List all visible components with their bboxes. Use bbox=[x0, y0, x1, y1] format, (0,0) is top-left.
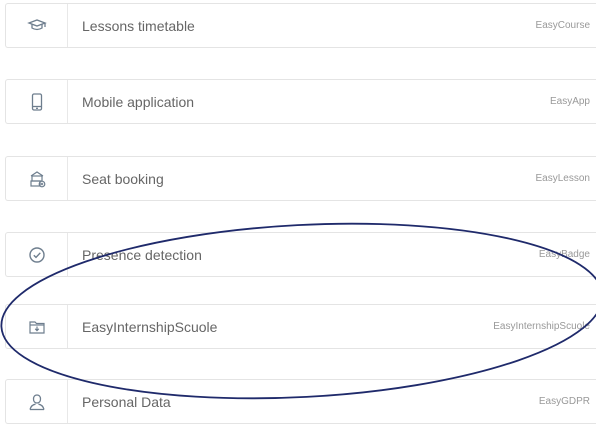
icon-cell bbox=[6, 305, 68, 348]
check-circle-icon bbox=[28, 246, 45, 263]
menu-item-mobile-application[interactable]: Mobile application EasyApp bbox=[5, 79, 596, 124]
menu-item-product: EasyInternshipScuole bbox=[493, 321, 590, 332]
icon-cell bbox=[6, 157, 68, 200]
menu-item-product: EasyBadge bbox=[538, 249, 590, 260]
icon-cell bbox=[6, 80, 68, 123]
menu-item-label: Mobile application bbox=[82, 93, 195, 110]
folder-icon bbox=[28, 320, 45, 334]
menu-item-label: Personal Data bbox=[82, 393, 171, 410]
menu-item-label: Seat booking bbox=[82, 170, 164, 187]
menu-item-product: EasyLesson bbox=[535, 173, 590, 184]
menu-item-product: EasyCourse bbox=[535, 20, 590, 31]
menu-item-product: EasyGDPR bbox=[538, 396, 590, 407]
seat-booking-icon bbox=[29, 170, 45, 187]
menu-item-lessons-timetable[interactable]: Lessons timetable EasyCourse bbox=[5, 3, 596, 48]
user-icon bbox=[28, 393, 45, 410]
graduation-cap-icon bbox=[26, 18, 47, 30]
icon-cell bbox=[6, 380, 68, 423]
highlight-annotation bbox=[0, 222, 596, 400]
menu-item-label: Presence detection bbox=[82, 246, 202, 263]
menu-item-label: Lessons timetable bbox=[82, 17, 195, 34]
menu-item-seat-booking[interactable]: Seat booking EasyLesson bbox=[5, 156, 596, 201]
menu-item-personal-data[interactable]: Personal Data EasyGDPR bbox=[5, 379, 596, 424]
menu-item-label: EasyInternshipScuole bbox=[82, 318, 218, 335]
menu-item-easyinternshipscuole[interactable]: EasyInternshipScuole EasyInternshipScuol… bbox=[5, 304, 596, 349]
mobile-phone-icon bbox=[31, 92, 42, 111]
icon-cell bbox=[6, 4, 68, 47]
menu-item-product: EasyApp bbox=[549, 96, 590, 107]
icon-cell bbox=[6, 233, 68, 276]
menu-item-presence-detection[interactable]: Presence detection EasyBadge bbox=[5, 232, 596, 277]
